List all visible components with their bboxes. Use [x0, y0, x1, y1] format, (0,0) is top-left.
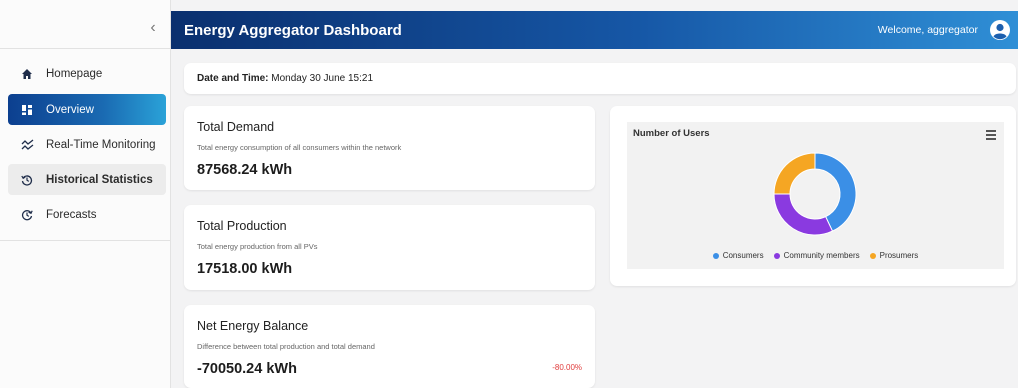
sidebar-item-label: Homepage [46, 67, 103, 80]
slice-prosumers[interactable] [773, 152, 816, 195]
sidebar-item-label: Real-Time Monitoring [46, 138, 156, 151]
donut-chart [773, 152, 857, 236]
users-chart-card: Number of Users Consumers Community memb… [610, 106, 1016, 286]
card-title: Net Energy Balance [197, 319, 309, 333]
card-description: Difference between total production and … [197, 342, 375, 351]
sidebar-item-label: Overview [46, 103, 94, 116]
sidebar-item-forecasts[interactable]: Forecasts [8, 199, 166, 230]
realtime-icon [8, 138, 46, 151]
legend-marker [712, 252, 719, 259]
sidebar-item-real-time-monitoring[interactable]: Real-Time Monitoring [8, 129, 166, 160]
card-title: Total Production [197, 219, 287, 233]
total-demand-value: 87568.24 kWh [197, 162, 293, 178]
dashboard-icon [8, 104, 46, 116]
legend-item-community-members[interactable]: Community members [773, 251, 860, 260]
legend-label: Community members [783, 251, 860, 260]
sidebar-item-homepage[interactable]: Homepage [8, 58, 166, 89]
legend-label: Consumers [722, 251, 764, 260]
user-account-icon[interactable] [988, 18, 1012, 42]
card-description: Total energy production from all PVs [197, 242, 318, 251]
sidebar-item-label: Historical Statistics [46, 173, 153, 186]
net-energy-balance-value: -70050.24 kWh [197, 361, 297, 377]
legend-label: Prosumers [879, 251, 919, 260]
history-icon [8, 174, 46, 186]
sidebar-item-overview[interactable]: Overview [8, 94, 166, 125]
chart-legend: Consumers Community members Prosumers [627, 251, 1004, 260]
page-title: Energy Aggregator Dashboard [184, 21, 402, 39]
net-energy-balance-card: Net Energy Balance Difference between to… [184, 305, 595, 388]
datetime-card: Date and Time: Monday 30 June 15:21 [184, 63, 1016, 94]
home-icon [8, 68, 46, 80]
legend-marker [773, 252, 780, 259]
card-title: Total Demand [197, 120, 275, 134]
datetime-label: Date and Time: [197, 73, 269, 84]
sidebar-item-historical-statistics[interactable]: Historical Statistics [8, 164, 166, 195]
total-production-card: Total Production Total energy production… [184, 205, 595, 290]
balance-percent-badge: -80.00% [552, 363, 582, 372]
datetime-value: Monday 30 June 15:21 [271, 73, 374, 84]
total-production-value: 17518.00 kWh [197, 261, 293, 277]
slice-community-members[interactable] [773, 193, 834, 236]
chart-panel: Number of Users Consumers Community memb… [627, 122, 1004, 269]
sidebar: ‹ Homepage Overview Real-Time Monitoring… [0, 0, 171, 388]
forecast-icon [8, 209, 46, 221]
legend-marker [869, 252, 876, 259]
welcome-text: Welcome, aggregator [877, 24, 978, 36]
sidebar-divider [0, 48, 171, 49]
sidebar-item-label: Forecasts [46, 208, 97, 221]
sidebar-divider [0, 240, 171, 241]
top-bar: Energy Aggregator Dashboard Welcome, agg… [171, 11, 1018, 49]
collapse-sidebar-button[interactable]: ‹ [146, 20, 160, 36]
legend-item-consumers[interactable]: Consumers [712, 251, 764, 260]
total-demand-card: Total Demand Total energy consumption of… [184, 106, 595, 190]
legend-item-prosumers[interactable]: Prosumers [869, 251, 919, 260]
card-description: Total energy consumption of all consumer… [197, 143, 402, 152]
